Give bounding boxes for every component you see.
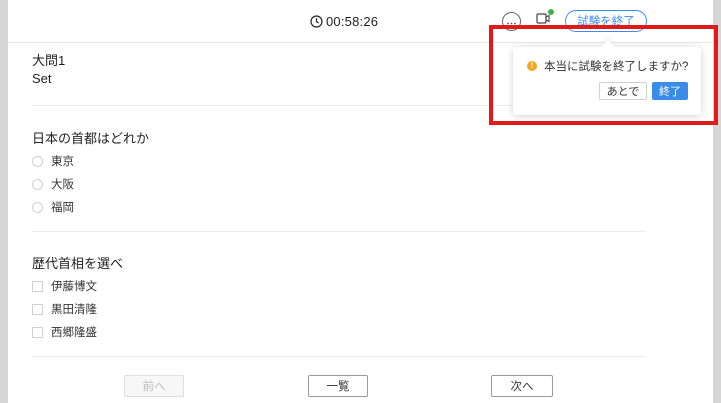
later-button[interactable]: あとで xyxy=(599,82,647,100)
timer: 00:58:26 xyxy=(310,12,378,30)
camera-status-dot xyxy=(548,9,554,15)
radio-button[interactable] xyxy=(32,178,43,190)
prev-button[interactable]: 前へ xyxy=(124,375,184,397)
option-label: 黒田清隆 xyxy=(51,304,97,316)
clock-icon xyxy=(310,14,323,28)
camera-button[interactable] xyxy=(534,9,554,30)
option-radio[interactable]: 福岡 xyxy=(32,199,74,215)
popup-message-text: 本当に試験を終了しますか? xyxy=(544,61,689,73)
option-radio[interactable]: 大阪 xyxy=(32,176,74,192)
radio-button[interactable] xyxy=(32,201,43,213)
checkbox[interactable] xyxy=(32,303,43,315)
option-label: 伊藤博文 xyxy=(51,281,97,293)
radio-button[interactable] xyxy=(32,155,43,167)
chat-button[interactable] xyxy=(502,12,521,31)
checkbox[interactable] xyxy=(32,280,43,292)
option-label: 大阪 xyxy=(51,179,74,191)
section-header: 大問1 Set xyxy=(32,53,65,87)
camera-icon xyxy=(536,12,550,30)
confirm-end-button[interactable]: 終了 xyxy=(652,82,688,100)
option-label: 福岡 xyxy=(51,202,74,214)
divider xyxy=(32,231,646,232)
option-checkbox[interactable]: 黒田清隆 xyxy=(32,301,97,317)
option-checkbox[interactable]: 西郷隆盛 xyxy=(32,324,97,340)
top-bar: 00:58:26 試験を終了 xyxy=(8,0,713,43)
chat-icon xyxy=(506,13,517,31)
option-radio[interactable]: 東京 xyxy=(32,153,74,169)
exam-page: 00:58:26 試験を終了 大問1 Set 日本の首都はどれか 東京 大阪 福… xyxy=(8,0,713,403)
question-1-title: 日本の首都はどれか xyxy=(32,131,150,146)
list-button[interactable]: 一覧 xyxy=(308,375,368,397)
warning-icon: ! xyxy=(527,61,537,71)
next-button[interactable]: 次へ xyxy=(491,375,553,397)
section-subtitle: Set xyxy=(32,71,52,86)
checkbox[interactable] xyxy=(32,326,43,338)
option-label: 西郷隆盛 xyxy=(51,327,97,339)
divider xyxy=(32,356,646,357)
end-exam-confirm-popup: ! 本当に試験を終了しますか? あとで 終了 xyxy=(513,39,701,115)
section-title: 大問1 xyxy=(32,53,66,68)
end-exam-button[interactable]: 試験を終了 xyxy=(565,10,647,32)
timer-value: 00:58:26 xyxy=(326,13,379,29)
option-label: 東京 xyxy=(51,156,74,168)
question-2-title: 歴代首相を選べ xyxy=(32,256,124,271)
popup-message: ! 本当に試験を終了しますか? xyxy=(527,58,688,74)
option-checkbox[interactable]: 伊藤博文 xyxy=(32,278,97,294)
